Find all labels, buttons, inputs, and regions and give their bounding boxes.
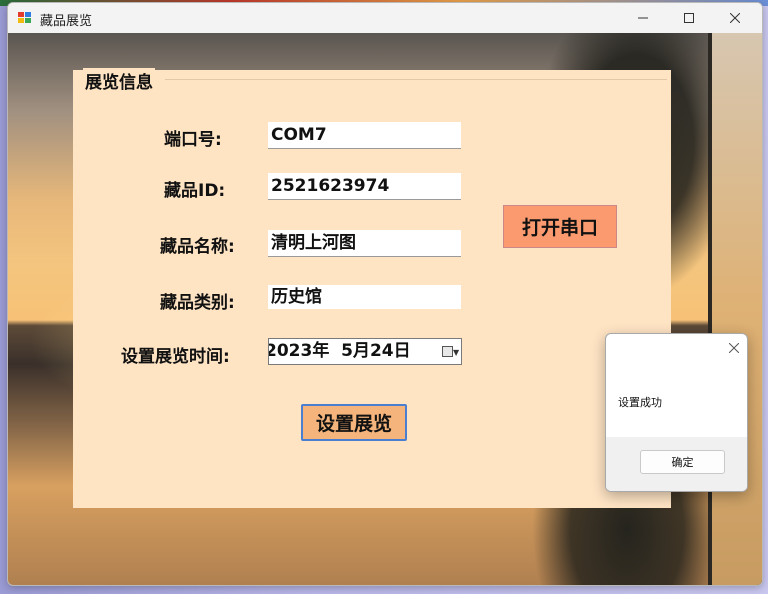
- app-icon: [18, 12, 32, 24]
- ok-button[interactable]: 确定: [640, 450, 725, 474]
- message-box: 设置成功 确定: [605, 333, 748, 492]
- background-sky-strip: [712, 33, 762, 585]
- close-icon: [728, 342, 740, 354]
- calendar-dropdown-icon[interactable]: ▼: [442, 346, 459, 358]
- main-window: 藏品展览 展览信息 端口号: COM7 藏品ID: 2521623974 藏品名…: [7, 2, 763, 586]
- window-client-area: 展览信息 端口号: COM7 藏品ID: 2521623974 藏品名称: 清明…: [8, 33, 762, 585]
- minimize-button[interactable]: [620, 3, 666, 33]
- messagebox-footer: 确定: [606, 437, 747, 491]
- port-input[interactable]: COM7: [268, 122, 461, 149]
- port-label: 端口号:: [164, 130, 222, 150]
- maximize-button[interactable]: [666, 3, 712, 33]
- item-name-input[interactable]: 清明上河图: [268, 230, 461, 257]
- item-category-label: 藏品类别:: [160, 293, 235, 313]
- messagebox-text: 设置成功: [618, 396, 662, 409]
- exhibition-time-label: 设置展览时间:: [121, 347, 230, 367]
- date-value: 2023年 5月24日: [268, 341, 411, 361]
- close-icon: [730, 13, 740, 23]
- maximize-icon: [684, 13, 694, 23]
- open-port-button[interactable]: 打开串口: [503, 205, 617, 248]
- set-exhibition-button[interactable]: 设置展览: [301, 404, 407, 441]
- exhibition-date-picker[interactable]: 2023年 5月24日 ▼: [268, 338, 462, 365]
- window-title: 藏品展览: [40, 14, 93, 29]
- title-bar[interactable]: 藏品展览: [8, 3, 762, 33]
- group-border-line: [165, 79, 667, 80]
- messagebox-close-button[interactable]: [728, 339, 740, 357]
- item-id-input[interactable]: 2521623974: [268, 173, 461, 200]
- item-name-label: 藏品名称:: [160, 237, 235, 257]
- minimize-icon: [638, 17, 648, 19]
- item-id-label: 藏品ID:: [164, 181, 226, 201]
- close-button[interactable]: [712, 3, 758, 33]
- item-category-input[interactable]: 历史馆: [268, 285, 461, 309]
- group-title: 展览信息: [83, 68, 155, 93]
- exhibition-info-group: 展览信息 端口号: COM7 藏品ID: 2521623974 藏品名称: 清明…: [73, 68, 671, 508]
